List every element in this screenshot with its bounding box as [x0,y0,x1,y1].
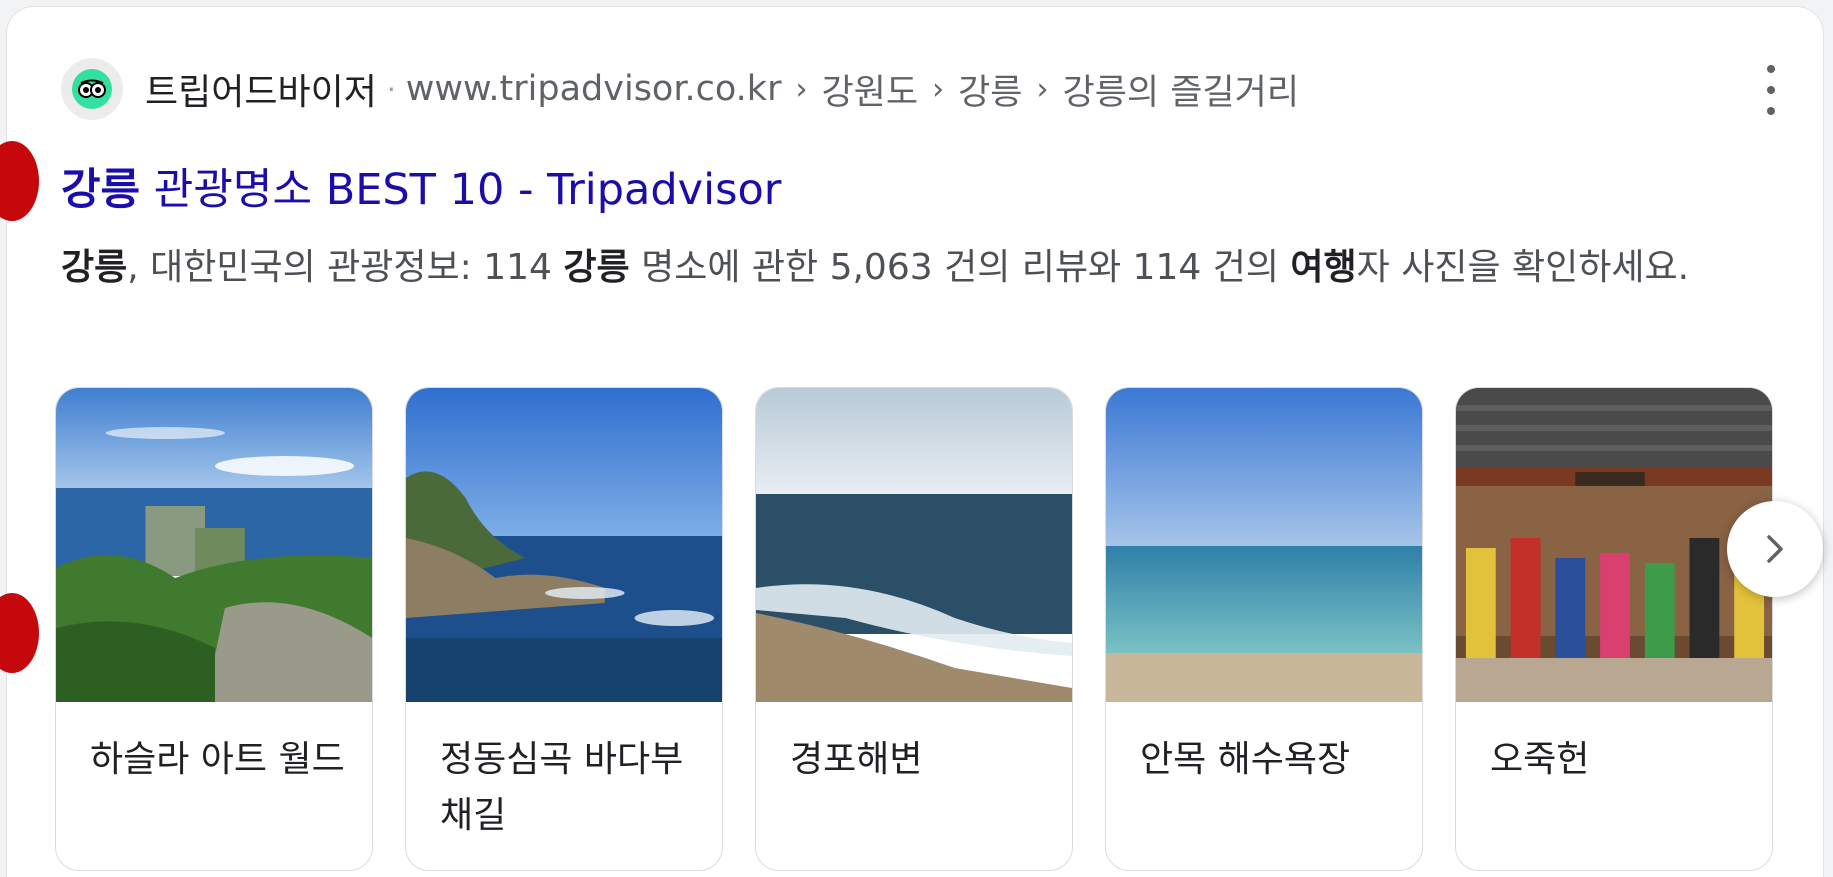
search-result-card: 트립어드바이저 · www.tripadvisor.co.kr › 강원도 › … [0,6,1824,877]
snippet-text: 명소에 관한 5,063 건의 리뷰와 114 건의 [629,247,1291,288]
title-keyword: 강릉 [61,165,141,215]
red-marker [0,593,39,673]
tripadvisor-owl-icon [61,58,123,120]
calm-sea-horizon-photo [1106,388,1422,702]
rocky-coast-blue-sea-photo [406,388,722,702]
carousel-next-button[interactable] [1727,501,1823,597]
snippet-keyword: 여행 [1290,247,1357,288]
attraction-card[interactable]: 정동심곡 바다부채길 [405,387,723,871]
separator-dot: · [386,72,396,106]
title-text: 관광명소 BEST 10 - Tripadvisor [140,165,782,215]
attraction-name: 안목 해수욕장 [1140,739,1351,780]
attraction-card[interactable]: 안목 해수욕장 [1105,387,1423,871]
source-row[interactable]: 트립어드바이저 · www.tripadvisor.co.kr › 강원도 › … [61,57,1299,121]
snippet-text: , 대한민국의 관광정보: 114 [127,247,564,288]
beach-waves-photo [756,388,1072,702]
attraction-name: 하슬라 아트 월드 [90,739,345,780]
chevron-separator-icon: › [795,71,808,107]
attraction-card[interactable]: 경포해변 [755,387,1073,871]
hillside-resort-over-sea-photo [56,388,372,702]
attraction-name: 정동심곡 바다부채길 [440,739,684,836]
site-name: 트립어드바이저 [145,72,377,113]
attraction-name: 오죽헌 [1490,739,1590,780]
snippet-text: 자 사진을 확인하세요. [1356,247,1690,288]
attraction-name: 경포해변 [790,739,923,780]
breadcrumb-url: www.tripadvisor.co.kr [405,69,782,109]
traditional-house-performers-photo [1456,388,1772,702]
attraction-card[interactable]: 하슬라 아트 월드 [55,387,373,871]
snippet-keyword: 강릉 [563,247,630,288]
result-snippet: 강릉, 대한민국의 관광정보: 114 강릉 명소에 관한 5,063 건의 리… [61,235,1761,301]
breadcrumb-item: 강릉 [958,72,1023,113]
chevron-right-icon [1767,535,1783,563]
red-marker [0,141,39,221]
snippet-keyword: 강릉 [61,247,128,288]
chevron-separator-icon: › [932,71,945,107]
result-title-link[interactable]: 강릉 관광명소 BEST 10 - Tripadvisor [61,155,781,217]
breadcrumb-item: 강릉의 즐길거리 [1062,72,1300,113]
breadcrumb-item: 강원도 [821,72,919,113]
attraction-card[interactable]: 오죽헌 [1455,387,1773,871]
chevron-separator-icon: › [1036,71,1049,107]
more-vert-icon[interactable] [1759,65,1783,115]
